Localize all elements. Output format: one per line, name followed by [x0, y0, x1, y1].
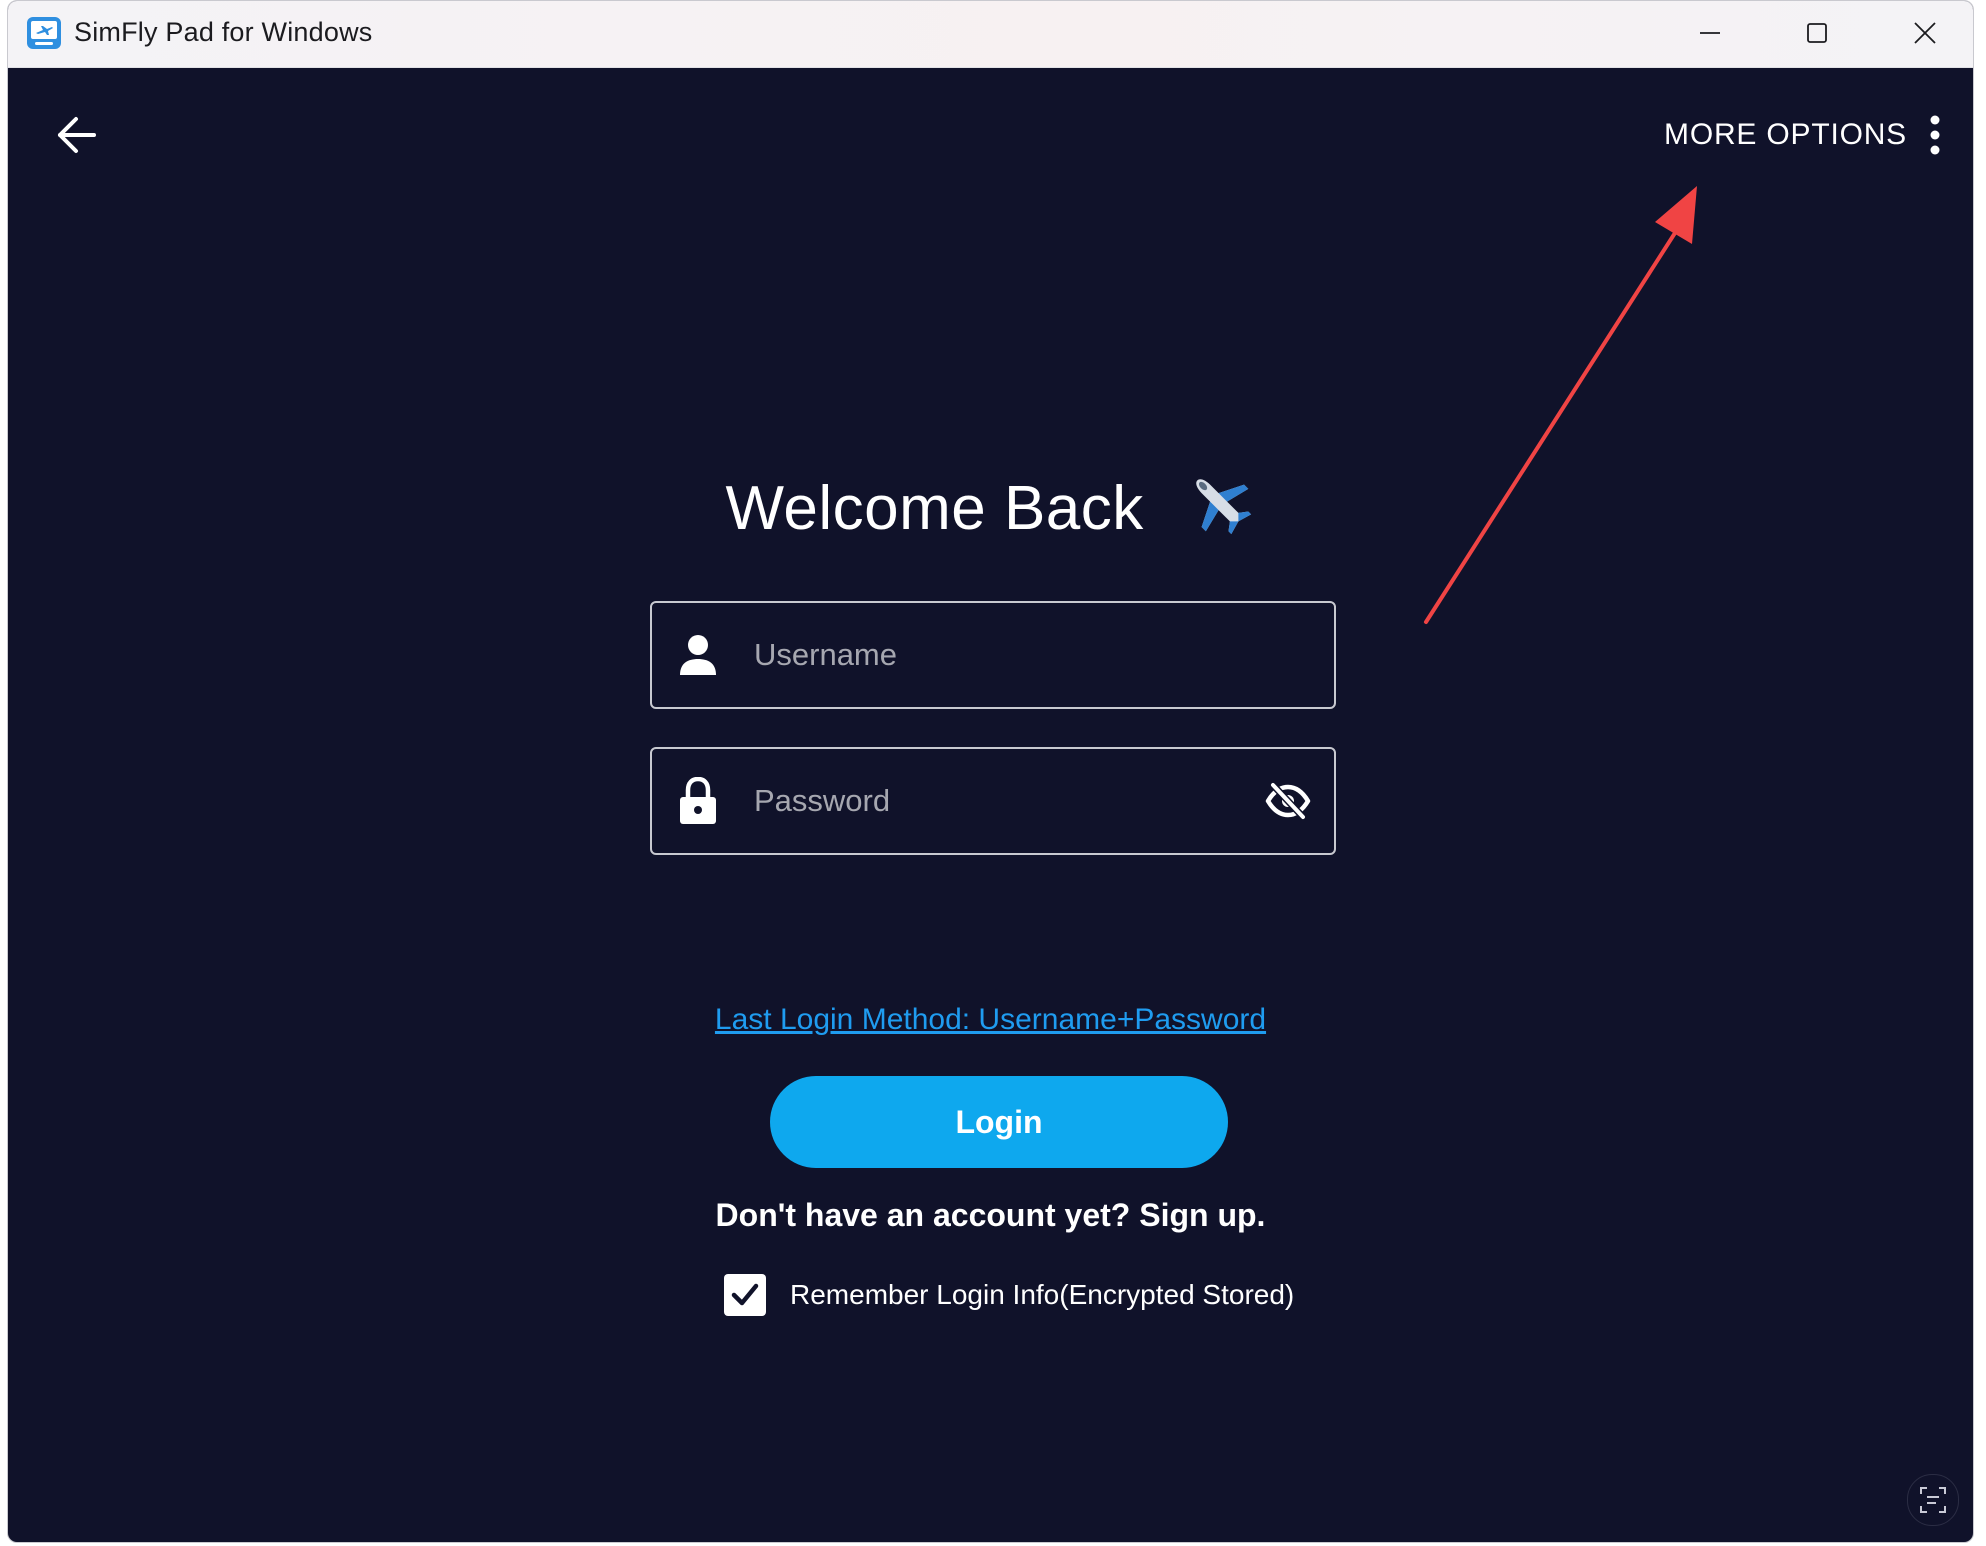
last-login-method-link[interactable]: Last Login Method: Username+Password [715, 1003, 1266, 1036]
vertical-dots-icon [1930, 115, 1940, 155]
simfly-app-icon [27, 17, 61, 49]
eye-off-icon [1265, 782, 1311, 820]
minimize-icon [1700, 32, 1720, 34]
more-options-label: MORE OPTIONS [1664, 118, 1907, 151]
password-field[interactable] [650, 747, 1336, 855]
title-bar: SimFly Pad for Windows [8, 1, 1973, 68]
window-title: SimFly Pad for Windows [74, 17, 373, 47]
close-icon [1914, 22, 1936, 44]
username-input[interactable] [752, 624, 1334, 686]
lock-icon [676, 777, 720, 825]
maximize-button[interactable] [1787, 9, 1847, 57]
welcome-heading: Welcome Back [8, 467, 1973, 544]
airplane-emoji [1195, 479, 1251, 535]
scan-text-icon [1920, 1487, 1946, 1513]
toggle-password-visibility[interactable] [1260, 773, 1316, 829]
signup-link[interactable]: Don't have an account yet? Sign up. [8, 1197, 1973, 1234]
maximize-icon [1807, 23, 1827, 43]
login-screen: MORE OPTIONS Welcome Back Username Last … [8, 67, 1973, 1542]
checkmark-icon [731, 1283, 759, 1306]
remember-login-checkbox[interactable] [724, 1274, 766, 1316]
person-icon [676, 631, 720, 679]
login-button[interactable]: Login [770, 1076, 1228, 1168]
back-button[interactable] [48, 107, 104, 163]
remember-login-row: Remember Login Info(Encrypted Stored) [724, 1274, 1294, 1316]
app-window: SimFly Pad for Windows MORE OPTIONS Welc… [7, 0, 1974, 1543]
username-field[interactable] [650, 601, 1336, 709]
scan-text-button[interactable] [1907, 1474, 1959, 1526]
close-button[interactable] [1895, 9, 1955, 57]
welcome-text: Welcome Back [725, 474, 1144, 543]
last-login-method: Last Login Method: Username+Password [8, 1003, 1973, 1037]
arrow-left-icon [58, 117, 96, 153]
remember-login-label: Remember Login Info(Encrypted Stored) [790, 1279, 1295, 1310]
password-input[interactable] [752, 770, 1260, 832]
minimize-button[interactable] [1680, 9, 1740, 57]
more-options-button[interactable]: MORE OPTIONS [1664, 109, 1943, 161]
